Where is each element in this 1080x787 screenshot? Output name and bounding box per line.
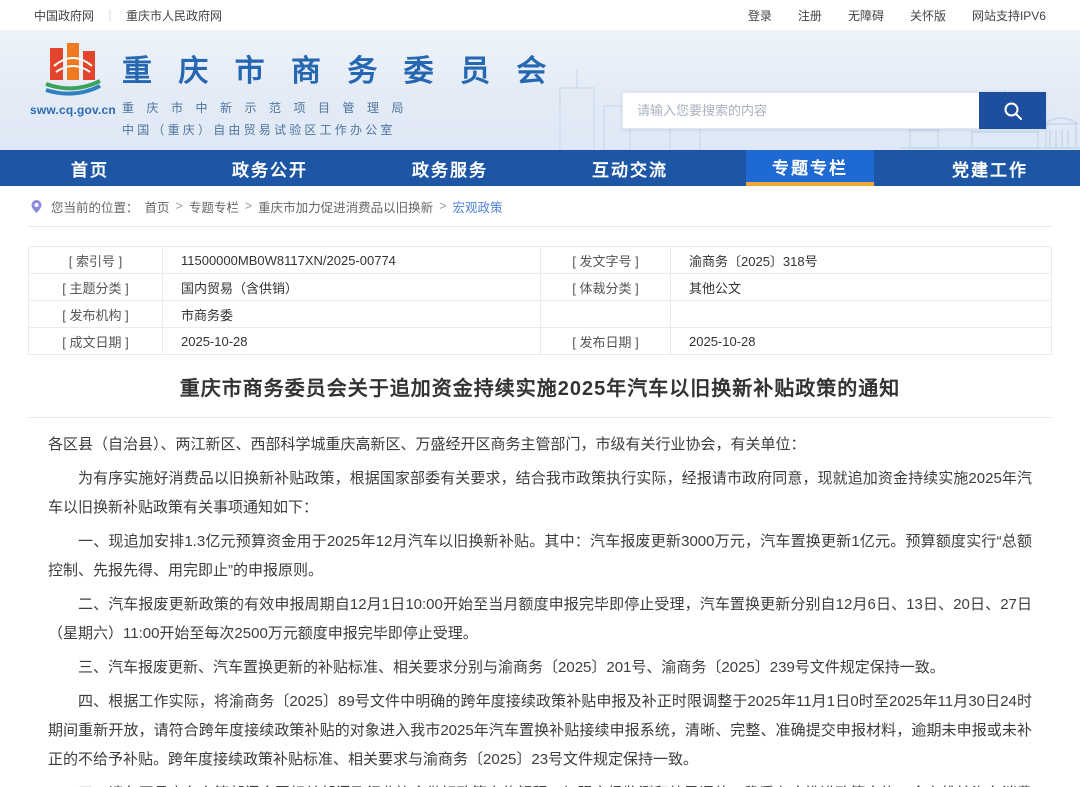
breadcrumb-special-topics[interactable]: 专题专栏 (189, 197, 239, 216)
meta-label-doc-number: [ 发文字号 ] (541, 247, 671, 274)
topbar-divider: ｜ (104, 7, 116, 24)
article-paragraph-addressee: 各区县（自治县）、两江新区、西部科学城重庆高新区、万盛经开区商务主管部门，市级有… (48, 430, 1032, 459)
breadcrumb-separator: > (176, 199, 183, 213)
nav-item-gov-info[interactable]: 政务公开 (180, 150, 360, 186)
article-paragraph: 为有序实施好消费品以旧换新补贴政策，根据国家部委有关要求，结合我市政策执行实际，… (48, 464, 1032, 522)
table-row: [ 主题分类 ] 国内贸易（含供销） [ 体裁分类 ] 其他公文 (29, 274, 1052, 301)
breadcrumb: 您当前的位置： 首页 > 专题专栏 > 重庆市加力促进消费品以旧换新 > 宏观政… (0, 186, 1080, 226)
meta-label-empty (541, 301, 671, 328)
meta-label-subject-category: [ 主题分类 ] (29, 274, 163, 301)
meta-value-issuing-agency: 市商务委 (163, 301, 541, 328)
breadcrumb-separator: > (439, 199, 446, 213)
table-row: [ 成文日期 ] 2025-10-28 [ 发布日期 ] 2025-10-28 (29, 328, 1052, 355)
nav-label: 党建工作 (926, 150, 1054, 186)
meta-value-written-date: 2025-10-28 (163, 328, 541, 355)
meta-label-issuing-agency: [ 发布机构 ] (29, 301, 163, 328)
top-utility-bar: 中国政府网 ｜ 重庆市人民政府网 登录 注册 无障碍 关怀版 网站支持IPV6 (0, 0, 1080, 30)
article-paragraph-item-5: 五、请各区县商务主管部门会同相关部门及行业协会做好政策宣传解释，加强市场监测和效… (48, 779, 1032, 787)
main-nav: 首页 政务公开 政务服务 互动交流 专题专栏 党建工作 (0, 150, 1080, 186)
site-name: 重 庆 市 商 务 委 员 会 (122, 46, 555, 90)
link-login[interactable]: 登录 (748, 7, 772, 24)
link-accessibility[interactable]: 无障碍 (848, 7, 884, 24)
meta-value-index-number: 11500000MB0W8117XN/2025-00774 (163, 247, 541, 274)
meta-label-publish-date: [ 发布日期 ] (541, 328, 671, 355)
site-header: sww.cq.gov.cn 重 庆 市 商 务 委 员 会 重庆市中新示范项目管… (0, 30, 1080, 150)
nav-item-special-topics[interactable]: 专题专栏 (720, 150, 900, 186)
commerce-commission-logo-icon (42, 40, 104, 96)
site-logo[interactable]: sww.cq.gov.cn (30, 40, 116, 117)
breadcrumb-divider (28, 226, 1052, 227)
gov-links: 中国政府网 ｜ 重庆市人民政府网 (34, 7, 222, 24)
article-paragraph-item-1: 一、现追加安排1.3亿元预算资金用于2025年12月汽车以旧换新补贴。其中：汽车… (48, 527, 1032, 585)
meta-value-doc-number: 渝商务〔2025〕318号 (671, 247, 1052, 274)
page-title: 重庆市商务委员会关于追加资金持续实施2025年汽车以旧换新补贴政策的通知 (48, 375, 1032, 403)
link-register[interactable]: 注册 (798, 7, 822, 24)
meta-value-empty (671, 301, 1052, 328)
site-subtitle-2: 中国（重庆）自由贸易试验区工作办公室 (122, 121, 555, 138)
site-domain: sww.cq.gov.cn (30, 103, 116, 117)
nav-item-interaction[interactable]: 互动交流 (540, 150, 720, 186)
nav-label: 专题专栏 (746, 150, 874, 186)
nav-label: 政务公开 (206, 150, 334, 186)
breadcrumb-prefix: 您当前的位置： (51, 197, 139, 216)
link-ipv6[interactable]: 网站支持IPV6 (972, 7, 1046, 24)
site-search (622, 92, 1046, 129)
nav-item-gov-services[interactable]: 政务服务 (360, 150, 540, 186)
article-paragraph-item-2: 二、汽车报废更新政策的有效申报周期自12月1日10:00开始至当月额度申报完毕即… (48, 590, 1032, 648)
location-pin-icon (30, 199, 43, 214)
article-paragraph-item-4: 四、根据工作实际，将渝商务〔2025〕89号文件中明确的跨年度接续政策补贴申报及… (48, 687, 1032, 774)
link-care-version[interactable]: 关怀版 (910, 7, 946, 24)
document-meta-table: [ 索引号 ] 11500000MB0W8117XN/2025-00774 [ … (28, 246, 1052, 355)
site-subtitle-1: 重庆市中新示范项目管理局 (122, 99, 555, 116)
nav-item-home[interactable]: 首页 (0, 150, 180, 186)
meta-value-publish-date: 2025-10-28 (671, 328, 1052, 355)
table-row: [ 发布机构 ] 市商务委 (29, 301, 1052, 328)
search-button[interactable] (979, 92, 1046, 129)
breadcrumb-macro-policy[interactable]: 宏观政策 (453, 197, 503, 216)
meta-label-genre-category: [ 体裁分类 ] (541, 274, 671, 301)
nav-item-party-building[interactable]: 党建工作 (900, 150, 1080, 186)
breadcrumb-separator: > (245, 199, 252, 213)
article-paragraph-item-3: 三、汽车报废更新、汽车置换更新的补贴标准、相关要求分别与渝商务〔2025〕201… (48, 653, 1032, 682)
nav-label: 政务服务 (386, 150, 514, 186)
article-body: 重庆市商务委员会关于追加资金持续实施2025年汽车以旧换新补贴政策的通知 各区县… (0, 375, 1080, 787)
search-input[interactable] (622, 92, 979, 129)
meta-value-genre-category: 其他公文 (671, 274, 1052, 301)
title-divider (28, 417, 1052, 418)
account-links: 登录 注册 无障碍 关怀版 网站支持IPV6 (748, 7, 1046, 24)
meta-label-index-number: [ 索引号 ] (29, 247, 163, 274)
table-row: [ 索引号 ] 11500000MB0W8117XN/2025-00774 [ … (29, 247, 1052, 274)
search-icon (1002, 100, 1024, 122)
link-chongqing-gov[interactable]: 重庆市人民政府网 (126, 7, 222, 24)
breadcrumb-home[interactable]: 首页 (145, 197, 170, 216)
meta-label-written-date: [ 成文日期 ] (29, 328, 163, 355)
nav-label: 互动交流 (566, 150, 694, 186)
meta-value-subject-category: 国内贸易（含供销） (163, 274, 541, 301)
site-brand: 重 庆 市 商 务 委 员 会 重庆市中新示范项目管理局 中国（重庆）自由贸易试… (122, 46, 555, 138)
breadcrumb-trade-in-program[interactable]: 重庆市加力促进消费品以旧换新 (258, 197, 433, 216)
link-china-gov[interactable]: 中国政府网 (34, 7, 94, 24)
nav-label: 首页 (45, 150, 135, 186)
